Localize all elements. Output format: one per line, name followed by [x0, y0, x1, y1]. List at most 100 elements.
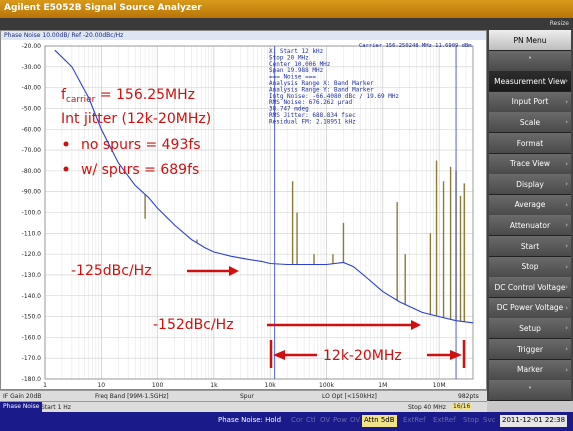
jitter-heading: Int jitter (12k-20MHz) [61, 111, 211, 127]
cor-indicator: Cor [291, 416, 304, 424]
softkey-label: Setup [519, 323, 541, 333]
softkey-11[interactable]: Stop › [489, 256, 571, 278]
analysis-line: Residual FM: 2.18951 kHz [269, 118, 356, 125]
chevron-right-icon: › [565, 77, 568, 86]
softkey-label: ˄ [528, 56, 532, 66]
softkey-label: DC Power Voltage [496, 303, 564, 313]
chevron-right-icon: › [565, 221, 568, 230]
measurement-mode: Phase Noise: Hold [218, 416, 282, 424]
y-tick-label: -120.0 [22, 251, 42, 258]
chevron-right-icon: › [565, 200, 568, 209]
chevron-right-icon: › [565, 345, 568, 353]
chevron-right-icon: › [565, 365, 568, 374]
softkey-label: Display [516, 179, 544, 189]
ctl-indicator: Ctl [306, 416, 316, 424]
resize-label: Resize [549, 20, 569, 27]
chevron-right-icon: › [565, 180, 568, 189]
carrier-subscript: carrier [66, 95, 96, 105]
chevron-right-icon: › [565, 324, 568, 333]
stop-status: Stop 40 MHz [408, 404, 446, 411]
extref-indicator: ExtRef [403, 416, 426, 424]
softkey-2[interactable]: Measurement View › [489, 71, 571, 93]
x-tick-label: 1k [210, 382, 218, 389]
plot-window: -20.00 -30.00 -40.00 -50.00 -60.00 -70.00 -80.… [0, 30, 487, 390]
softkey-7[interactable]: Display › [489, 174, 571, 196]
level-152-arrow-head [411, 320, 421, 330]
y-tick-label: -20.00 [22, 43, 42, 50]
softkey-label: Trace View [509, 159, 551, 169]
softkey-label: Average [514, 200, 546, 210]
softkey-4[interactable]: Scale › [489, 112, 571, 134]
softkey-label: Attenuator [509, 220, 551, 230]
softkey-label: PN Menu [513, 35, 547, 45]
softkey-1[interactable]: ˄ [489, 50, 571, 72]
plot-header-text: Phase Noise 10.00dB/ Ref -20.00dBc/Hz [4, 32, 124, 39]
softkey-9[interactable]: Attenuator › [489, 215, 571, 237]
x-tick-label: 10k [265, 382, 277, 389]
phase-noise-chart: -20.00 -30.00 -40.00 -50.00 -60.00 -70.00 -80.… [22, 43, 474, 389]
pow-indicator: Pow [333, 416, 347, 424]
softkey-label: Trigger [517, 344, 543, 354]
stop-indicator: Stop [463, 416, 479, 424]
chevron-right-icon: › [565, 283, 568, 292]
lo-opt-status: LO Opt [<150kHz] [322, 393, 377, 400]
if-gain-status: IF Gain 20dB [3, 393, 42, 400]
y-tick-label: -70.00 [22, 147, 42, 154]
y-tick-label: -90.00 [22, 189, 42, 196]
level-125-label: -125dBc/Hz [71, 263, 152, 279]
softkey-label: Measurement View [494, 76, 566, 86]
softkey-6[interactable]: Trace View › [489, 153, 571, 175]
softkey-label: Stop [521, 262, 539, 272]
status-bar-instrument: Phase Noise: Hold Cor Ctl OV Pow OV Attn… [0, 412, 573, 431]
softkey-12[interactable]: DC Control Voltage › [489, 277, 571, 299]
bullet-dot [63, 141, 69, 147]
softkey-label: Marker [517, 365, 543, 375]
softkey-5[interactable]: Format [489, 133, 571, 154]
softkey-menu: PN Menu ˄ Measurement View › Input Port › Scal… [487, 30, 573, 402]
level-125-arrow-head [229, 266, 239, 276]
freq-band-status: Freq Band [99M-1.5GHz] [95, 393, 169, 400]
softkey-15[interactable]: Trigger › [489, 339, 571, 360]
softkey-label: Start [520, 241, 540, 251]
sweep-count: 16/16 [451, 403, 473, 410]
softkey-13[interactable]: DC Power Voltage › [489, 297, 571, 319]
status-bar-sweep: Phase Noise Start 1 Hz Stop 40 MHz 16/16 [0, 401, 487, 412]
carrier-annotation: fcarrier = 156.25MHz [61, 87, 195, 105]
trace-label: Phase Noise [0, 402, 43, 412]
y-tick-label: -80.00 [22, 168, 42, 175]
softkey-label: Input Port [511, 97, 549, 107]
y-tick-label: -50.00 [22, 105, 42, 112]
softkey-14[interactable]: Setup › [489, 318, 571, 340]
y-tick-label: -40.00 [22, 85, 42, 92]
x-tick-label: 1M [378, 382, 387, 389]
x-tick-label: 1 [43, 382, 47, 389]
carrier-value: = 156.25MHz [95, 87, 195, 103]
chevron-right-icon: › [565, 242, 568, 250]
chevron-right-icon: › [565, 118, 568, 127]
chevron-right-icon: › [565, 262, 568, 271]
chevron-right-icon: › [565, 303, 568, 312]
y-tick-label: -30.00 [22, 64, 42, 71]
y-tick-label: -140.0 [22, 293, 42, 300]
level-152-label: -152dBc/Hz [153, 317, 234, 333]
start-status: Start 1 Hz [41, 404, 71, 411]
y-tick-label: -170.0 [22, 355, 42, 362]
bullet-dot [63, 166, 69, 172]
softkey-label: ˅ [528, 385, 532, 395]
softkey-label: Format [516, 138, 544, 148]
softkey-0[interactable]: PN Menu [489, 30, 571, 51]
softkey-17[interactable]: ˅ [489, 380, 571, 402]
bullet-no-spurs: no spurs = 493fs [81, 137, 201, 153]
softkey-10[interactable]: Start › [489, 236, 571, 257]
y-tick-label: -100.0 [22, 210, 42, 217]
softkey-16[interactable]: Marker › [489, 359, 571, 381]
svc-indicator: Svc [483, 416, 496, 424]
y-tick-label: -110.0 [22, 230, 42, 237]
x-tick-label: 100k [319, 382, 334, 389]
resize-bar[interactable]: Resize [0, 18, 573, 30]
softkey-8[interactable]: Average › [489, 194, 571, 216]
softkey-3[interactable]: Input Port › [489, 91, 571, 113]
x-tick-label: 10M [433, 382, 446, 389]
status-bar-settings: IF Gain 20dB Freq Band [99M-1.5GHz] Spur… [0, 390, 487, 401]
chevron-right-icon: › [565, 159, 568, 168]
